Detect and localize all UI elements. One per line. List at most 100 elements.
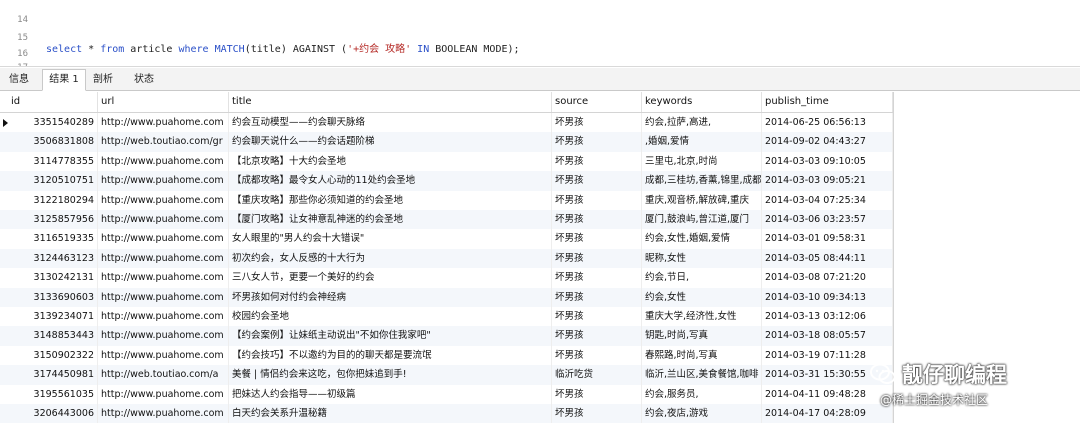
cell-url[interactable]: http://web.toutiao.com/gr xyxy=(98,132,229,152)
cell-source[interactable]: 坏男孩 xyxy=(552,307,642,327)
cell-title[interactable]: 【北京攻略】十大约会圣地 xyxy=(229,151,552,172)
cell-url[interactable]: http://www.puahome.com xyxy=(98,190,229,210)
sql-editor[interactable]: 14 15 select * from article where MATCH(… xyxy=(0,0,1080,66)
cell-url[interactable]: http://web.toutiao.com/a xyxy=(98,365,229,385)
cell-source[interactable]: 坏男孩 xyxy=(552,268,642,288)
table-row[interactable]: 3130242131 http://www.puahome.com 三八女人节，更要… xyxy=(0,268,893,288)
cell-title[interactable]: 白天约会关系升温秘籍 xyxy=(229,404,552,423)
cell-keywords[interactable]: 约会,女性,婚姻,爱情 xyxy=(642,229,762,249)
cell-source[interactable]: 坏男孩 xyxy=(552,132,642,152)
cell-title[interactable]: 美餐 | 情侣约会来这吃，包你把妹追到手! xyxy=(229,365,552,385)
cell-id[interactable]: 3351540289 xyxy=(8,113,98,133)
table-row[interactable]: 3351540289 http://www.puahome.com 约会互动模型——… xyxy=(0,113,893,133)
cell-url[interactable]: http://www.puahome.com xyxy=(98,268,229,288)
cell-publish-time[interactable]: 2014-06-25 06:56:13 xyxy=(762,113,893,133)
cell-source[interactable]: 坏男孩 xyxy=(552,210,642,230)
cell-source[interactable]: 坏男孩 xyxy=(552,326,642,346)
cell-source[interactable]: 坏男孩 xyxy=(552,190,642,210)
table-row[interactable]: 3506831808 http://web.toutiao.com/gr 约会聊天说… xyxy=(0,132,893,152)
cell-publish-time[interactable]: 2014-03-08 07:21:20 xyxy=(762,268,893,288)
cell-id[interactable]: 3150902322 xyxy=(8,345,98,366)
cell-url[interactable]: http://www.puahome.com xyxy=(98,404,229,423)
cell-publish-time[interactable]: 2014-09-02 04:43:27 xyxy=(762,132,893,152)
tab-profile[interactable]: 剖析 xyxy=(86,70,120,89)
cell-keywords[interactable]: 临沂,兰山区,美食餐馆,咖啡 xyxy=(642,365,762,385)
cell-keywords[interactable]: 约会,拉萨,高进, xyxy=(642,113,762,133)
cell-id[interactable]: 3114778355 xyxy=(8,151,98,172)
cell-url[interactable]: http://www.puahome.com xyxy=(98,210,229,230)
cell-publish-time[interactable]: 2014-04-17 04:28:09 xyxy=(762,404,893,423)
cell-title[interactable]: 校园约会圣地 xyxy=(229,307,552,327)
cell-publish-time[interactable]: 2014-03-18 08:05:57 xyxy=(762,326,893,346)
cell-keywords[interactable]: 重庆大学,经济性,女性 xyxy=(642,307,762,327)
cell-publish-time[interactable]: 2014-03-10 09:34:13 xyxy=(762,287,893,307)
cell-title[interactable]: 把妹达人约会指导——初级篇 xyxy=(229,384,552,404)
cell-title[interactable]: 【厦门攻略】让女神意乱神迷的约会圣地 xyxy=(229,210,552,230)
table-row[interactable]: 3114778355 http://www.puahome.com 【北京攻略】十大… xyxy=(0,151,893,172)
cell-title[interactable]: 【重庆攻略】那些你必须知道的约会圣地 xyxy=(229,190,552,210)
cell-keywords[interactable]: 三里屯,北京,时尚 xyxy=(642,151,762,172)
table-row[interactable]: 3116519335 http://www.puahome.com 女人眼里的"男人… xyxy=(0,229,893,249)
cell-id[interactable]: 3148853443 xyxy=(8,326,98,346)
cell-publish-time[interactable]: 2014-03-03 09:10:05 xyxy=(762,151,893,172)
cell-source[interactable]: 坏男孩 xyxy=(552,248,642,269)
cell-keywords[interactable]: 约会,女性 xyxy=(642,287,762,307)
cell-publish-time[interactable]: 2014-03-03 09:05:21 xyxy=(762,171,893,191)
column-header-keywords[interactable]: keywords xyxy=(642,92,762,112)
cell-title[interactable]: 【约会技巧】不以邀约为目的的聊天都是要流氓 xyxy=(229,345,552,366)
table-row[interactable]: 3174450981 http://web.toutiao.com/a 美餐 | 情… xyxy=(0,365,893,385)
cell-id[interactable]: 3122180294 xyxy=(8,190,98,210)
cell-id[interactable]: 3125857956 xyxy=(8,210,98,230)
cell-title[interactable]: 【成都攻略】最令女人心动的11处约会圣地 xyxy=(229,171,552,191)
cell-keywords[interactable]: ,婚姻,爱情 xyxy=(642,132,762,152)
sql-query[interactable]: select * from article where MATCH(title)… xyxy=(46,44,520,56)
table-row[interactable]: 3125857956 http://www.puahome.com 【厦门攻略】让女… xyxy=(0,210,893,230)
table-row[interactable]: 3206443006 http://www.puahome.com 白天约会关系升温… xyxy=(0,404,893,423)
cell-source[interactable]: 坏男孩 xyxy=(552,384,642,404)
column-header-source[interactable]: source xyxy=(552,92,642,112)
cell-url[interactable]: http://www.puahome.com xyxy=(98,151,229,172)
cell-title[interactable]: 约会互动模型——约会聊天脉络 xyxy=(229,113,552,133)
cell-url[interactable]: http://www.puahome.com xyxy=(98,287,229,307)
cell-title[interactable]: 三八女人节，更要一个美好的约会 xyxy=(229,268,552,288)
cell-keywords[interactable]: 春熙路,时尚,写真 xyxy=(642,345,762,366)
cell-id[interactable]: 3116519335 xyxy=(8,229,98,249)
cell-id[interactable]: 3120510751 xyxy=(8,171,98,191)
cell-title[interactable]: 女人眼里的"男人约会十大错误" xyxy=(229,229,552,249)
cell-id[interactable]: 3206443006 xyxy=(8,404,98,423)
cell-publish-time[interactable]: 2014-03-01 09:58:31 xyxy=(762,229,893,249)
cell-url[interactable]: http://www.puahome.com xyxy=(98,326,229,346)
column-header-publish-time[interactable]: publish_time xyxy=(762,92,893,112)
table-row[interactable]: 3122180294 http://www.puahome.com 【重庆攻略】那些… xyxy=(0,190,893,210)
cell-publish-time[interactable]: 2014-03-05 08:44:11 xyxy=(762,248,893,269)
tab-info[interactable]: 信息 xyxy=(2,70,36,89)
cell-publish-time[interactable]: 2014-03-06 03:23:57 xyxy=(762,210,893,230)
tab-result-1[interactable]: 结果 1 xyxy=(42,69,86,91)
tab-status[interactable]: 状态 xyxy=(126,70,162,89)
cell-source[interactable]: 坏男孩 xyxy=(552,171,642,191)
table-row[interactable]: 3133690603 http://www.puahome.com 坏男孩如何对付约… xyxy=(0,287,893,307)
cell-source[interactable]: 坏男孩 xyxy=(552,113,642,133)
cell-id[interactable]: 3139234071 xyxy=(8,307,98,327)
column-header-id[interactable]: id xyxy=(8,92,98,112)
result-grid[interactable]: id url title source keywords publish_tim… xyxy=(0,92,895,423)
column-header-title[interactable]: title xyxy=(229,92,552,112)
cell-url[interactable]: http://www.puahome.com xyxy=(98,307,229,327)
cell-keywords[interactable]: 成都,三桂坊,香薰,锦里,成都 xyxy=(642,171,762,191)
column-header-url[interactable]: url xyxy=(98,92,229,112)
cell-url[interactable]: http://www.puahome.com xyxy=(98,171,229,191)
table-row[interactable]: 3148853443 http://www.puahome.com 【约会案例】让妹… xyxy=(0,326,893,346)
cell-source[interactable]: 坏男孩 xyxy=(552,345,642,366)
cell-id[interactable]: 3133690603 xyxy=(8,287,98,307)
cell-keywords[interactable]: 重庆,观音桥,解放碑,重庆 xyxy=(642,190,762,210)
cell-keywords[interactable]: 钥匙,时尚,写真 xyxy=(642,326,762,346)
cell-id[interactable]: 3174450981 xyxy=(8,365,98,385)
cell-id[interactable]: 3195561035 xyxy=(8,384,98,404)
cell-id[interactable]: 3124463123 xyxy=(8,248,98,269)
cell-keywords[interactable]: 约会,节日, xyxy=(642,268,762,288)
cell-source[interactable]: 坏男孩 xyxy=(552,287,642,307)
cell-title[interactable]: 初次约会，女人反感的十大行为 xyxy=(229,248,552,269)
table-row[interactable]: 3139234071 http://www.puahome.com 校园约会圣地 坏男… xyxy=(0,307,893,327)
cell-publish-time[interactable]: 2014-03-04 07:25:34 xyxy=(762,190,893,210)
cell-id[interactable]: 3130242131 xyxy=(8,268,98,288)
